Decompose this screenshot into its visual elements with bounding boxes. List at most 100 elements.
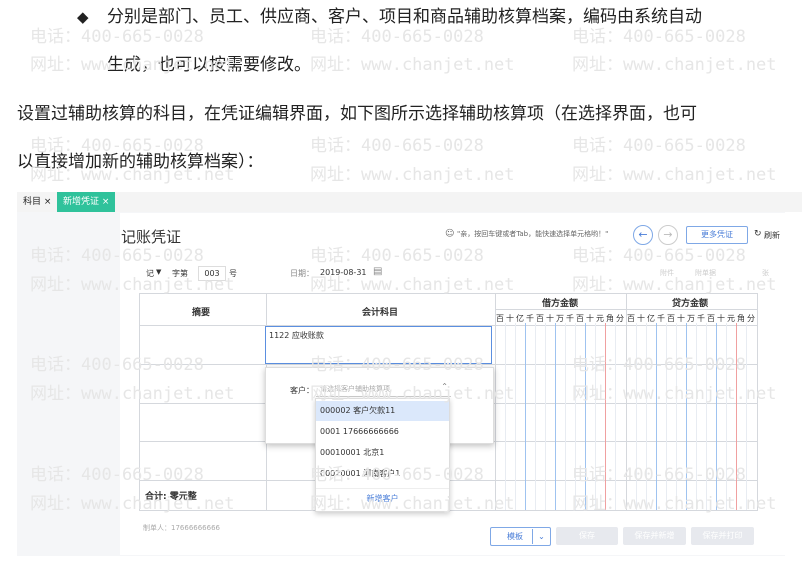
add-customer-link[interactable]: 新增客户 [316,488,449,508]
digit-column-line [535,323,536,510]
paragraph-line1: 设置过辅助核算的科目，在凭证编辑界面，如下图所示选择辅助核算项（在选择界面，也可 [17,104,697,124]
digit-header: 元 [596,314,604,323]
save-and-new-button[interactable]: 保存并新增 [623,527,686,545]
watermark-site: 网址：www.chanjet.net [310,165,515,185]
digit-column-line [585,323,586,510]
smile-icon: ☺ [445,229,455,239]
digit-header: 十 [637,314,645,323]
digit-column-line [656,323,657,510]
digit-header: 元 [727,314,735,323]
digit-column-line [746,323,747,510]
aux-select-placeholder: 请选择客户辅助核算项 [320,385,390,393]
digit-column-line [686,323,687,510]
prev-voucher-button[interactable]: ← [633,225,653,245]
chevron-down-icon[interactable]: ⌄ [532,529,550,544]
watermark-phone: 电话：400-665-0028 [310,136,484,156]
next-voucher-button[interactable]: → [658,225,678,245]
digit-header: 百 [576,314,584,323]
digit-header: 十 [677,314,685,323]
template-button[interactable]: 模板 ⌄ [490,527,551,546]
dropdown-option[interactable]: 000002 客户欠款11 [316,401,449,421]
col-header-account: 会计科目 [362,308,399,318]
digit-header: 十 [717,314,725,323]
digit-header: 十 [506,314,514,323]
col-header-debit: 借方金额 [542,299,579,309]
voucher-type-select[interactable]: 记 [146,268,154,279]
bullet-text-line2: 生成，也可以按需要修改。 [107,55,311,75]
date-input[interactable]: 2019-08-31 [320,268,367,277]
aux-customer-label: 客户： [290,386,314,395]
watermark-site: 网址：www.chanjet.net [572,55,777,75]
digit-header: 亿 [647,314,655,323]
voucher-number-input[interactable]: 003 [198,266,226,281]
chevron-up-icon: ⌃ [441,382,448,391]
maker-label: 制单人：17666666666 [143,524,220,532]
calendar-icon[interactable]: ▤ [373,266,382,277]
attachment-suffix: 附单据 [695,269,716,277]
tab-subject[interactable]: 科目 × [17,192,57,212]
dropdown-option[interactable]: 0001 17666666666 [316,422,449,442]
digit-header: 分 [747,314,755,323]
digit-column-line [615,323,616,510]
word-label: 字第 [172,269,188,278]
digit-header: 角 [606,314,614,323]
digit-column-line [525,323,526,510]
digit-header: 角 [737,314,745,323]
bullet-text-line1: 分别是部门、员工、供应商、客户、项目和商品辅助核算档案，编码由系统自动 [107,7,702,27]
account-input[interactable]: 1122 应收账款 [265,326,492,364]
digit-column-line [646,323,647,510]
refresh-label[interactable]: 刷新 [764,230,780,241]
col-header-credit: 贷方金额 [672,299,709,309]
chevron-down-icon[interactable]: ▼ [156,268,161,276]
tab-new-voucher[interactable]: 新增凭证 × [57,192,116,212]
total-label: 合计: 零元整 [145,492,197,502]
dropdown-option[interactable]: 00020001 河南客户1 [316,464,449,484]
digit-column-line [716,323,717,510]
watermark-site: 网址：www.chanjet.net [310,55,515,75]
date-label: 日期： [290,269,314,278]
aux-dropdown: 000002 客户欠款11 0001 17666666666 00010001 … [315,398,450,512]
digit-column-line [706,323,707,510]
refresh-icon[interactable]: ↻ [754,229,762,239]
digit-header: 百 [536,314,544,323]
attachment-label: 附件 [660,269,674,277]
save-button[interactable]: 保存 [556,527,618,545]
digit-column-line [605,323,606,510]
number-suffix: 号 [229,269,237,278]
digit-column-line [575,323,576,510]
digit-header: 万 [556,314,564,323]
digit-header: 千 [566,314,574,323]
digit-column-line [696,323,697,510]
digit-column-line [595,323,596,510]
digit-header: 万 [687,314,695,323]
dropdown-option[interactable]: 00010001 北京1 [316,443,449,463]
bullet-diamond-icon: ◆ [77,8,89,26]
digit-header: 百 [667,314,675,323]
digit-column-line [636,323,637,510]
paragraph-line2: 以直接增加新的辅助核算档案）： [17,152,264,172]
digit-header: 千 [697,314,705,323]
save-and-print-button[interactable]: 保存并打印 [691,527,754,545]
digit-column-line [505,323,506,510]
aux-customer-select[interactable]: 请选择客户辅助核算项 ⌃ [316,380,451,397]
digit-column-line [726,323,727,510]
tab-bar: 科目 × 新增凭证 × [17,192,802,212]
template-button-label: 模板 [507,532,523,541]
digit-column-line [676,323,677,510]
voucher-title: 记账凭证 [121,228,182,246]
digit-header: 百 [707,314,715,323]
hint-text: "亲，按回车键或者Tab，能快速选择单元格哟！" [457,230,609,238]
more-vouchers-button[interactable]: 更多凭证 [686,226,748,244]
digit-header: 百 [496,314,504,323]
digit-column-line [555,323,556,510]
digit-header: 十 [546,314,554,323]
digit-header: 百 [627,314,635,323]
digit-column-line [515,323,516,510]
digit-header: 千 [657,314,665,323]
watermark-phone: 电话：400-665-0028 [572,136,746,156]
watermark-site: 网址：www.chanjet.net [572,165,777,185]
digit-column-line [736,323,737,510]
attachment-end: 张 [762,269,769,277]
digit-column-line [565,323,566,510]
digit-column-line [666,323,667,510]
